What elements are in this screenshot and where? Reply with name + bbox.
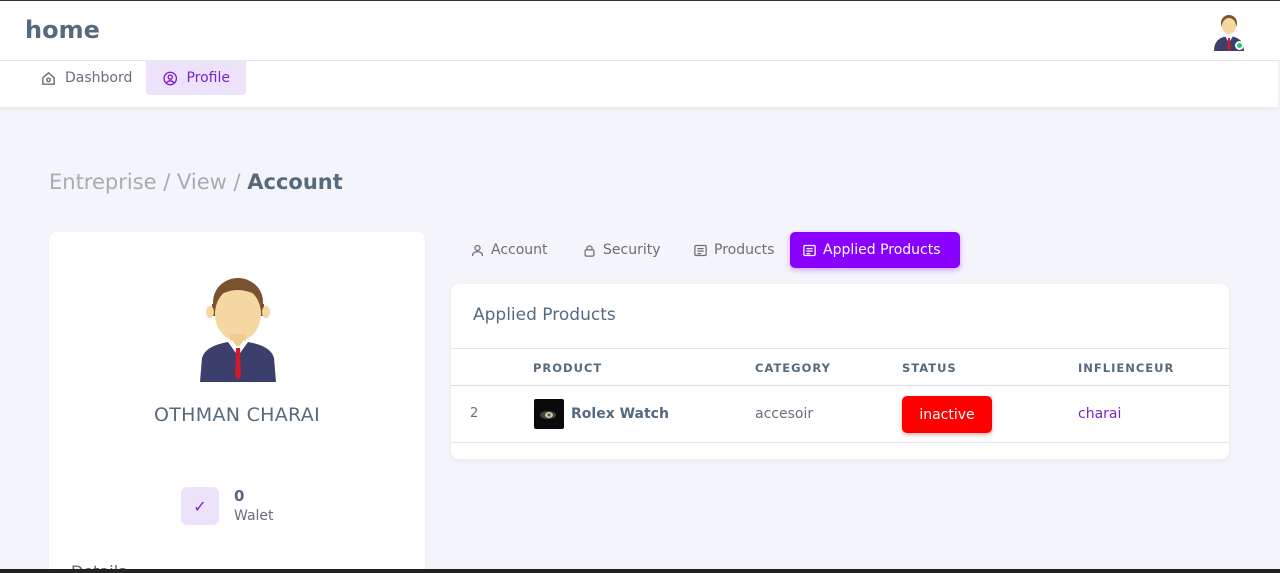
profile-card: OTHMAN CHARAI ✓ 0 Walet Details bbox=[49, 232, 425, 573]
column-header-product[interactable]: PRODUCT bbox=[533, 361, 602, 375]
top-bar: home bbox=[0, 0, 1280, 61]
wallet-value: 0 bbox=[234, 487, 245, 505]
tab-account[interactable]: Account bbox=[458, 232, 560, 268]
horizontal-nav: Dashbord Profile bbox=[0, 61, 1278, 107]
breadcrumb-entreprise[interactable]: Entreprise / bbox=[49, 170, 177, 194]
tab-label: Products bbox=[714, 242, 775, 258]
tab-label: Security bbox=[603, 242, 661, 258]
check-icon: ✓ bbox=[181, 487, 219, 525]
row-index: 2 bbox=[470, 406, 479, 421]
lock-icon bbox=[584, 244, 595, 257]
influencer-link[interactable]: charai bbox=[1078, 406, 1121, 422]
product-thumbnail bbox=[534, 399, 564, 429]
profile-avatar bbox=[200, 278, 276, 382]
home-icon bbox=[42, 71, 55, 85]
status-badge[interactable]: inactive bbox=[902, 396, 992, 433]
nav-item-dashboard[interactable]: Dashbord bbox=[24, 61, 148, 95]
tab-products[interactable]: Products bbox=[681, 232, 786, 268]
tab-label: Account bbox=[491, 242, 548, 258]
breadcrumb: Entreprise / View / Account bbox=[49, 170, 343, 194]
tab-applied-products[interactable]: Applied Products bbox=[790, 232, 960, 268]
window-bottom-edge bbox=[0, 569, 1280, 573]
tab-label: Applied Products bbox=[823, 242, 941, 258]
column-header-category[interactable]: CATEGORY bbox=[755, 361, 831, 375]
user-icon bbox=[471, 244, 484, 256]
list-icon bbox=[694, 244, 707, 256]
column-header-influencer[interactable]: INFLIENCEUR bbox=[1078, 361, 1174, 375]
user-name: OTHMAN CHARAI bbox=[154, 404, 320, 426]
list-icon bbox=[803, 244, 816, 256]
card-title: Applied Products bbox=[473, 305, 616, 325]
table-header: PRODUCT CATEGORY STATUS INFLIENCEUR bbox=[451, 348, 1229, 386]
table-row[interactable]: 2 Rolex Watch accesoir inactive charai bbox=[451, 386, 1229, 443]
online-status-dot bbox=[1235, 41, 1244, 50]
wallet-label: Walet bbox=[234, 508, 274, 524]
breadcrumb-view[interactable]: View / bbox=[177, 170, 247, 194]
nav-item-profile[interactable]: Profile bbox=[146, 61, 246, 95]
brand-title[interactable]: home bbox=[25, 16, 100, 44]
column-header-status[interactable]: STATUS bbox=[902, 361, 957, 375]
tab-security[interactable]: Security bbox=[570, 232, 673, 268]
nav-item-label: Profile bbox=[186, 70, 230, 86]
product-name[interactable]: Rolex Watch bbox=[571, 406, 669, 422]
nav-item-label: Dashbord bbox=[65, 70, 133, 86]
breadcrumb-current: Account bbox=[247, 170, 343, 194]
applied-products-card: Applied Products PRODUCT CATEGORY STATUS… bbox=[451, 284, 1229, 459]
product-category: accesoir bbox=[755, 406, 814, 422]
user-circle-icon bbox=[163, 71, 178, 85]
